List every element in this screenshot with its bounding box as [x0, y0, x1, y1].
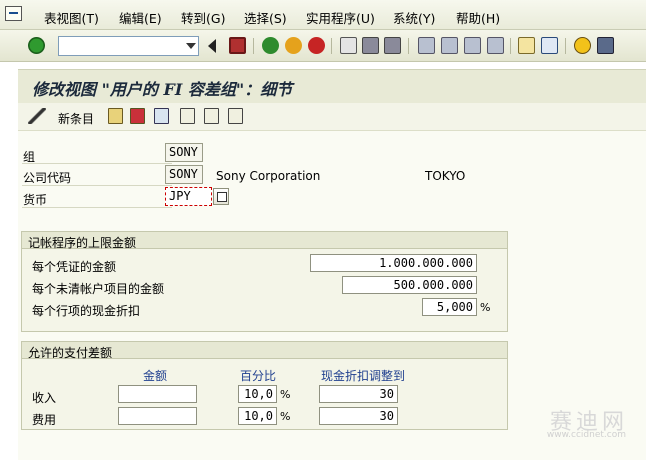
field-divider — [22, 207, 172, 208]
green-back-icon[interactable] — [262, 37, 279, 54]
command-field[interactable] — [58, 36, 199, 56]
menu-selection[interactable]: 选择(S) — [244, 8, 287, 27]
print-icon[interactable] — [340, 37, 357, 54]
find-next-icon[interactable] — [384, 37, 401, 54]
limit-label: 每个未清帐户项目的金额 — [32, 282, 165, 296]
percent-unit: % — [480, 301, 491, 314]
toolbar-separator — [408, 38, 409, 54]
expense-label: 费用 — [32, 413, 57, 427]
payment-differences-group: 允许的支付差额 金额 百分比 现金折扣调整到 收入 10,0 % 30 费用 1… — [21, 341, 508, 430]
cash-discount-per-item-field[interactable]: 5,000 — [422, 298, 477, 316]
system-menu-icon[interactable] — [5, 6, 22, 21]
page-title: 修改视图 "用户的 FI 容差组"：细节 — [32, 80, 293, 99]
company-code-label: 公司代码 — [23, 171, 72, 185]
menu-help[interactable]: 帮助(H) — [456, 8, 500, 27]
company-city: TOKYO — [425, 169, 466, 183]
delete-icon[interactable] — [130, 108, 145, 124]
field-divider — [22, 163, 172, 164]
copy-icon[interactable] — [108, 108, 123, 124]
company-code-field: SONY — [165, 165, 203, 184]
watermark-url: www.ccidnet.com — [546, 430, 626, 440]
menu-bar: 表视图(T) 编辑(E) 转到(G) 选择(S) 实用程序(U) 系统(Y) 帮… — [0, 0, 646, 30]
find-icon[interactable] — [362, 37, 379, 54]
title-bar: 修改视图 "用户的 FI 容差组"：细节 — [18, 69, 646, 103]
expense-amount-field[interactable] — [118, 407, 197, 425]
revenue-label: 收入 — [32, 391, 57, 405]
posting-limits-title: 记帐程序的上限金额 — [22, 232, 507, 250]
exit-icon[interactable] — [285, 37, 302, 54]
currency-field[interactable]: JPY — [165, 187, 212, 206]
new-entries-button[interactable]: 新条目 — [58, 110, 94, 127]
standard-toolbar — [0, 30, 646, 62]
percent-unit: % — [280, 388, 291, 401]
enter-icon[interactable] — [28, 37, 45, 54]
save-icon[interactable] — [229, 37, 246, 54]
revenue-percent-field[interactable]: 10,0 — [238, 385, 277, 403]
currency-label: 货币 — [23, 193, 48, 207]
display-change-icon[interactable] — [28, 108, 46, 124]
chevron-down-icon[interactable] — [186, 43, 196, 49]
amount-per-open-item-field[interactable]: 500.000.000 — [342, 276, 477, 294]
undo-icon[interactable] — [154, 108, 169, 124]
toolbar-separator — [565, 38, 566, 54]
value-help-icon[interactable] — [213, 188, 229, 205]
col-header-percent: 百分比 — [240, 369, 277, 383]
limit-label: 每个行项的现金折扣 — [32, 304, 141, 318]
menu-utilities[interactable]: 实用程序(U) — [306, 8, 375, 27]
posting-limits-group: 记帐程序的上限金额 每个凭证的金额 1.000.000.000 每个未清帐户项目… — [21, 231, 508, 332]
next-entry-icon[interactable] — [204, 108, 219, 124]
command-input[interactable] — [59, 37, 177, 55]
toolbar-separator — [510, 38, 511, 54]
group-field: SONY — [165, 143, 203, 162]
watermark: 赛迪网 www.ccidnet.com — [547, 404, 628, 440]
menu-edit[interactable]: 编辑(E) — [119, 8, 162, 27]
menu-table-view[interactable]: 表视图(T) — [44, 8, 99, 27]
payment-differences-title: 允许的支付差额 — [22, 342, 507, 360]
application-toolbar: 新条目 — [18, 103, 646, 131]
next-page-icon[interactable] — [464, 37, 481, 54]
shortcut-icon[interactable] — [541, 37, 558, 54]
col-header-amount: 金额 — [143, 369, 168, 383]
menu-goto[interactable]: 转到(G) — [181, 8, 225, 27]
help-icon[interactable] — [574, 37, 591, 54]
first-page-icon[interactable] — [418, 37, 435, 54]
toolbar-separator — [253, 38, 254, 54]
create-session-icon[interactable] — [518, 37, 535, 54]
last-page-icon[interactable] — [487, 37, 504, 54]
col-header-cash-discount: 现金折扣调整到 — [321, 369, 406, 383]
field-divider — [22, 185, 172, 186]
menu-system[interactable]: 系统(Y) — [393, 8, 435, 27]
limit-label: 每个凭证的金额 — [32, 260, 117, 274]
toolbar-separator — [331, 38, 332, 54]
revenue-amount-field[interactable] — [118, 385, 197, 403]
amount-per-document-field[interactable]: 1.000.000.000 — [310, 254, 477, 272]
back-arrow-icon[interactable] — [208, 39, 216, 53]
previous-entry-icon[interactable] — [180, 108, 195, 124]
company-name: Sony Corporation — [216, 169, 321, 183]
previous-page-icon[interactable] — [441, 37, 458, 54]
expense-cash-discount-field[interactable]: 30 — [319, 407, 398, 425]
layout-icon[interactable] — [597, 37, 614, 54]
expense-percent-field[interactable]: 10,0 — [238, 407, 277, 425]
percent-unit: % — [280, 410, 291, 423]
revenue-cash-discount-field[interactable]: 30 — [319, 385, 398, 403]
other-entry-icon[interactable] — [228, 108, 243, 124]
cancel-icon[interactable] — [308, 37, 325, 54]
